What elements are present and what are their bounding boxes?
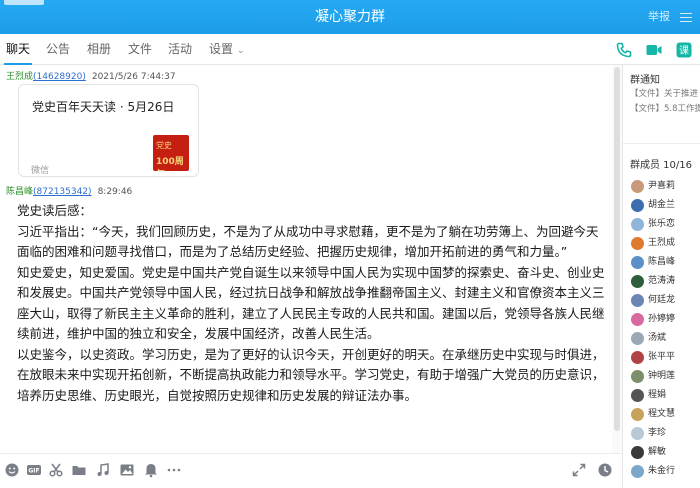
sender-qq-number[interactable]: (872135342) [33, 187, 92, 197]
member-name: 胡金兰 [648, 200, 676, 210]
member-name: 何廷龙 [648, 295, 676, 305]
folder-icon[interactable] [71, 462, 87, 478]
member-name: 程文慧 [648, 409, 676, 419]
tab-settings-label: 设置 [209, 42, 234, 56]
thumbnail-text: 党史 [156, 141, 172, 150]
tab-files[interactable]: 文件 [128, 34, 152, 65]
tab-settings[interactable]: 设置 ⌄ [209, 34, 245, 65]
member-name: 尹喜莉 [648, 181, 676, 191]
member-name: 陈昌峰 [648, 257, 676, 267]
avatar [631, 256, 644, 269]
avatar [631, 313, 644, 326]
title-bar[interactable]: 凝心聚力群 举报 [0, 0, 700, 34]
svg-text:GIF: GIF [28, 468, 39, 475]
avatar [631, 465, 644, 478]
sender-name[interactable]: 陈昌峰 [6, 187, 33, 197]
notice-item[interactable]: 【文件】关于推进《 [630, 87, 700, 99]
article-thumbnail: 党史 100周年 [153, 135, 189, 171]
tab-chat[interactable]: 聊天 [3, 34, 33, 65]
scrollbar-thumb[interactable] [614, 67, 620, 431]
group-side-panel: 群通知 【文件】关于推进《 【文件】5.8工作提醒 群成员 10/16 尹喜莉 … [622, 65, 700, 488]
member-name: 王烈成 [648, 238, 676, 248]
card-title: 党史百年天天读 · 5月26日 [32, 100, 175, 114]
group-title: 凝心聚力群 [315, 9, 385, 25]
avatar [631, 427, 644, 440]
input-toolbar: GIF [0, 453, 622, 488]
avatar [631, 218, 644, 231]
sender-qq-number[interactable]: (14628920) [33, 72, 86, 82]
classroom-icon[interactable]: 课 [675, 41, 693, 59]
chevron-down-icon: ⌄ [237, 46, 245, 56]
history-clock-icon[interactable] [597, 462, 613, 478]
menu-icon[interactable] [680, 13, 692, 22]
card-source-label: 微信 [31, 166, 50, 176]
avatar [631, 389, 644, 402]
more-icon[interactable] [166, 462, 182, 478]
message-time: 2021/5/26 7:44:37 [91, 72, 176, 82]
message-paragraph: 习近平指出：“今天，我们回顾历史，不是为了从成功中寻求慰藉，更不是为了躺在功劳簿… [17, 223, 599, 260]
member-name: 钟明莲 [648, 371, 676, 381]
member-name: 程娟 [648, 390, 667, 400]
music-icon[interactable] [95, 462, 111, 478]
thumbnail-text: 100周年 [156, 157, 184, 171]
avatar [631, 446, 644, 459]
member-name: 汤斌 [648, 333, 667, 343]
message-body: 党史读后感： 习近平指出：“今天，我们回顾历史，不是为了从成功中寻求慰藉，更不是… [17, 201, 609, 406]
avatar [631, 275, 644, 288]
avatar [631, 294, 644, 307]
message-paragraph: 知史爱史，知史爱国。党史是中国共产党自诞生以来领导中国人民为实现中国梦的探索史、… [17, 264, 605, 342]
gif-icon[interactable]: GIF [26, 462, 42, 478]
member-name: 朱金行 [648, 466, 676, 476]
group-notice-title: 群通知 [630, 75, 660, 86]
expand-icon[interactable] [571, 462, 587, 478]
chat-scrollbar[interactable] [612, 65, 622, 455]
avatar [631, 332, 644, 345]
scissors-icon[interactable] [48, 462, 64, 478]
notice-item[interactable]: 【文件】5.8工作提醒 [630, 102, 700, 114]
avatar [631, 351, 644, 364]
message-paragraph: 党史读后感： [17, 203, 93, 218]
report-link[interactable]: 举报 [648, 0, 670, 34]
avatar [631, 237, 644, 250]
divider [623, 143, 700, 144]
message-header: 陈昌峰(872135342) 8:29:46 [6, 184, 132, 197]
member-name: 解敏 [648, 447, 667, 457]
tab-announcements[interactable]: 公告 [46, 34, 70, 65]
image-icon[interactable] [119, 462, 135, 478]
member-name: 张乐恋 [648, 219, 676, 229]
phone-icon[interactable] [615, 41, 633, 59]
member-name: 张平平 [648, 352, 676, 362]
avatar [631, 180, 644, 193]
avatar [631, 408, 644, 421]
avatar [631, 370, 644, 383]
member-name: 李珍 [648, 428, 667, 438]
message-time: 8:29:46 [97, 187, 133, 197]
tab-album[interactable]: 相册 [87, 34, 111, 65]
tab-activities[interactable]: 活动 [168, 34, 192, 65]
svg-text:课: 课 [679, 45, 689, 57]
tab-bar: 聊天 公告 相册 文件 活动 设置 ⌄ 课 [0, 34, 700, 65]
member-name: 范涛涛 [648, 276, 676, 286]
qq-group-chat-window: 凝心聚力群 举报 聊天 公告 相册 文件 活动 设置 ⌄ 课 王烈成(146289… [0, 0, 700, 488]
chat-message-area[interactable]: 王烈成(14628920) 2021/5/26 7:44:37 党史百年天天读 ·… [0, 65, 622, 453]
member-name: 孙婷婷 [648, 314, 676, 324]
video-call-icon[interactable] [645, 41, 663, 59]
bell-icon[interactable] [143, 462, 159, 478]
message-paragraph: 以史鉴今，以史资政。学习历史，是为了更好的认识今天，开创更好的明天。在承继历史中… [17, 346, 605, 403]
emoji-icon[interactable] [4, 462, 20, 478]
sender-name[interactable]: 王烈成 [6, 72, 33, 82]
group-members-title: 群成员 10/16 [630, 160, 692, 171]
avatar [631, 199, 644, 212]
message-header: 王烈成(14628920) 2021/5/26 7:44:37 [6, 69, 176, 82]
